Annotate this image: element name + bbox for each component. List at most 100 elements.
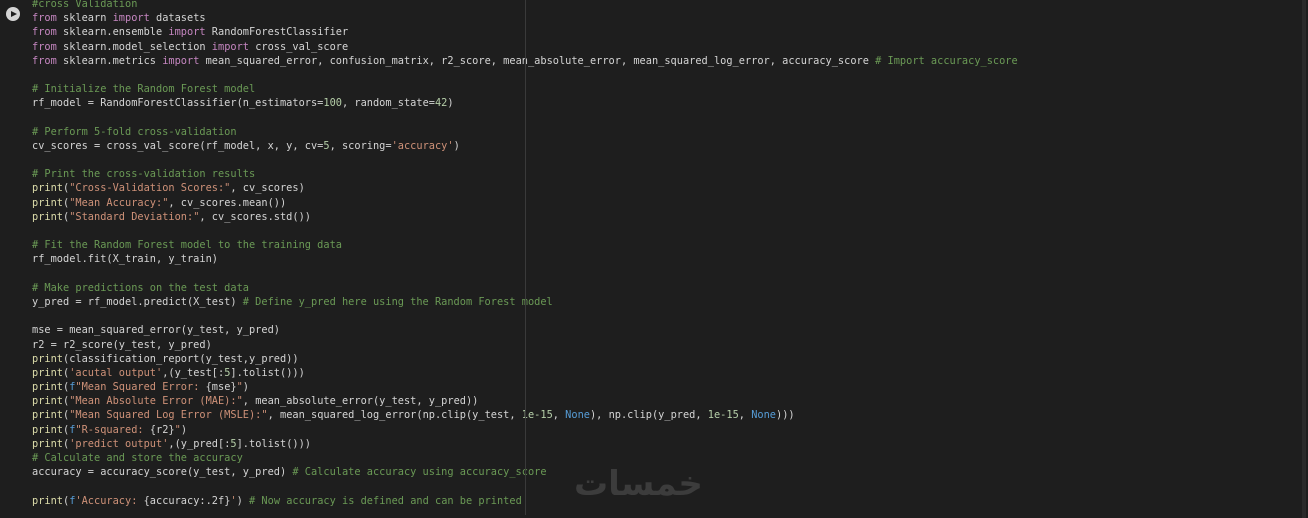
code-token: "Mean Squared Error: xyxy=(75,381,206,394)
code-token: , mean_squared_log_error(np.clip(y_test, xyxy=(267,409,522,422)
code-token: r2 = r2_score(y_test, y_pred) xyxy=(32,338,212,351)
code-token: RandomForestClassifier xyxy=(205,26,349,39)
code-token: from xyxy=(32,12,57,25)
code-line: from sklearn.metrics import mean_squared… xyxy=(32,54,1302,68)
code-token: , xyxy=(552,409,566,422)
vertical-scrollbar[interactable] xyxy=(1302,0,1306,518)
code-token: ].tolist())) xyxy=(236,437,312,450)
code-token: , random_state= xyxy=(341,97,435,110)
code-token: (classification_report(y_test,y_pred)) xyxy=(63,352,299,365)
code-token: 1e-15 xyxy=(707,409,739,422)
code-token: accuracy = accuracy_score(y_test, y_pred… xyxy=(32,466,293,479)
code-token: # Calculate and store the accuracy xyxy=(32,452,243,464)
code-token: 'accuracy' xyxy=(391,139,454,152)
code-line: print(f"Mean Squared Error: {mse}") xyxy=(32,380,1302,394)
code-token: print xyxy=(32,409,63,422)
code-token: 100 xyxy=(323,97,342,110)
code-line: rf_model.fit(X_train, y_train) xyxy=(32,252,1302,266)
code-cell: #cross Validation from sklearn import dat… xyxy=(0,0,1308,518)
code-token: ) xyxy=(453,139,460,152)
code-text[interactable]: #cross Validation from sklearn import dat… xyxy=(32,0,1302,508)
code-token: print xyxy=(32,381,63,394)
code-token: ].tolist())) xyxy=(230,366,305,379)
code-token: print xyxy=(32,196,63,209)
code-token: 1e-15 xyxy=(521,409,553,422)
code-token: ) xyxy=(180,423,188,436)
code-line: print("Standard Deviation:", cv_scores.s… xyxy=(32,210,1302,224)
code-token: , cv_scores.std()) xyxy=(199,210,311,223)
code-token: "Mean Squared Log Error (MSLE):" xyxy=(69,409,268,422)
code-token: None xyxy=(565,409,590,422)
code-editor[interactable]: #cross Validation from sklearn import dat… xyxy=(32,0,1302,518)
code-token: ) xyxy=(242,381,249,394)
code-line: # Make predictions on the test data xyxy=(32,281,1302,295)
code-token: ), np.clip(y_pred, xyxy=(589,409,708,422)
code-line: print("Mean Squared Log Error (MSLE):", … xyxy=(32,408,1302,422)
code-token: # Make predictions on the test data xyxy=(32,281,249,294)
code-token: from xyxy=(32,54,57,67)
code-token: print xyxy=(32,182,63,195)
code-line: print('predict output',(y_pred[:5].tolis… xyxy=(32,437,1302,451)
code-token: mse = mean_squared_error(y_test, y_pred) xyxy=(32,324,280,337)
code-token: "Cross-Validation Scores:" xyxy=(69,182,231,195)
code-token: y_pred = rf_model.predict(X_test) xyxy=(32,295,243,308)
code-token: ,(y_test[: xyxy=(162,366,225,379)
code-token: print xyxy=(32,395,63,408)
code-token: print xyxy=(32,210,63,223)
code-token: {accuracy:.2f} xyxy=(143,494,231,507)
code-token: "Mean Absolute Error (MAE):" xyxy=(69,395,243,408)
code-token: sklearn.ensemble xyxy=(56,26,169,39)
code-line: print('acutal output',(y_test[:5].tolist… xyxy=(32,366,1302,380)
code-token: mean_squared_error, confusion_matrix, r2… xyxy=(199,54,876,67)
code-token: , cv_scores.mean()) xyxy=(168,196,287,209)
code-token: ) xyxy=(447,97,454,110)
column-ruler xyxy=(525,0,526,515)
code-token: rf_model = RandomForestClassifier(n_esti… xyxy=(32,97,324,110)
code-token: 'Accuracy: xyxy=(75,494,144,507)
code-token: #cross Validation xyxy=(32,0,138,10)
code-token: ,(y_pred[: xyxy=(168,437,231,450)
code-token: cross_val_score xyxy=(249,40,349,53)
code-token: from xyxy=(32,26,57,39)
code-token: print xyxy=(32,352,63,365)
code-token: None xyxy=(751,409,776,422)
code-token: cv_scores = cross_val_score(rf_model, x,… xyxy=(32,139,324,152)
run-cell-button[interactable] xyxy=(6,7,20,21)
code-line: print("Mean Accuracy:", cv_scores.mean()… xyxy=(32,196,1302,210)
code-token: sklearn.metrics xyxy=(56,54,163,67)
code-line: from sklearn.ensemble import RandomFores… xyxy=(32,25,1302,39)
code-token: 'predict output' xyxy=(69,437,169,450)
play-icon xyxy=(11,10,17,17)
code-line: r2 = r2_score(y_test, y_pred) xyxy=(32,338,1302,352)
code-line: mse = mean_squared_error(y_test, y_pred) xyxy=(32,323,1302,337)
code-token: , cv_scores) xyxy=(230,182,305,195)
code-token: sklearn.model_selection xyxy=(56,40,212,53)
code-line: # Perform 5-fold cross-validation xyxy=(32,125,1302,139)
watermark-logo: خمسات xyxy=(574,464,703,504)
code-line: # Print the cross-validation results xyxy=(32,167,1302,181)
code-token: ))) xyxy=(776,409,795,422)
code-token: "Standard Deviation:" xyxy=(69,210,200,223)
code-token: , mean_absolute_error(y_test, y_pred)) xyxy=(242,395,479,408)
code-token: print xyxy=(32,366,63,379)
code-line: print("Mean Absolute Error (MAE):", mean… xyxy=(32,394,1302,408)
code-line: from sklearn.model_selection import cros… xyxy=(32,40,1302,54)
code-token: ) xyxy=(236,494,250,507)
code-token: # Now accuracy is defined and can be pri… xyxy=(249,494,522,507)
code-token: import xyxy=(112,12,150,25)
code-token: from xyxy=(32,40,57,53)
code-line: # Initialize the Random Forest model xyxy=(32,82,1302,96)
code-token: datasets xyxy=(149,12,206,25)
code-token: # Calculate accuracy using accuracy_scor… xyxy=(292,466,547,479)
code-token: # Perform 5-fold cross-validation xyxy=(32,125,237,138)
code-token: {mse} xyxy=(205,381,237,394)
code-line: # Fit the Random Forest model to the tra… xyxy=(32,238,1302,252)
code-token: , xyxy=(738,409,752,422)
code-token: import xyxy=(211,40,249,53)
code-line: cv_scores = cross_val_score(rf_model, x,… xyxy=(32,139,1302,153)
